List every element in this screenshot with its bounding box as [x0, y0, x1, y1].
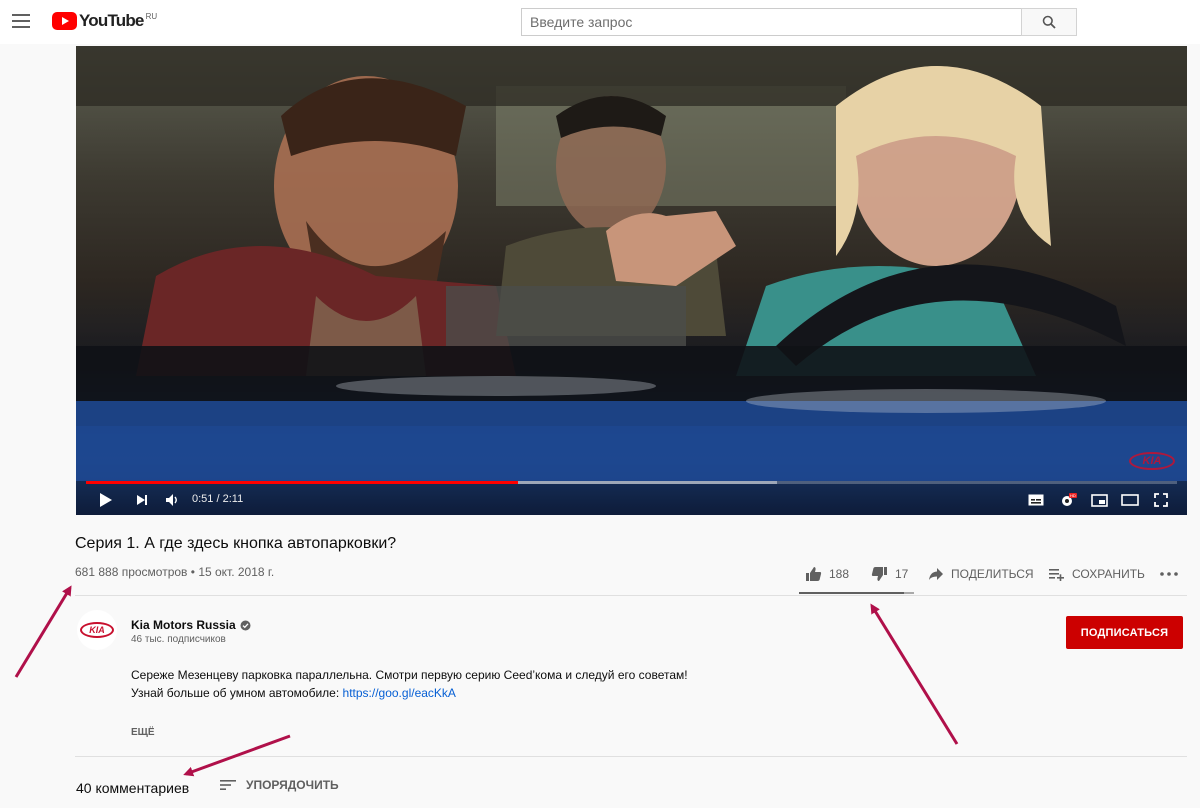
play-button[interactable]	[96, 490, 116, 510]
view-count: 681 888 просмотров	[75, 565, 188, 579]
subtitles-button[interactable]	[1026, 490, 1046, 510]
theater-mode-button[interactable]	[1120, 490, 1140, 510]
fullscreen-button[interactable]	[1151, 490, 1171, 510]
time-separator: /	[213, 493, 223, 505]
logo-region: RU	[145, 12, 158, 21]
search-input[interactable]	[521, 8, 1021, 36]
logo-text: YouTube	[79, 11, 144, 30]
annotation-arrow-views	[14, 585, 72, 678]
kia-logo: KIA	[80, 622, 114, 638]
meta-separator: •	[187, 565, 199, 579]
divider-top	[75, 595, 1187, 596]
kia-watermark: KIA	[1129, 452, 1175, 470]
thumbs-down-icon	[871, 567, 887, 581]
video-meta: 681 888 просмотров • 15 окт. 2018 г.	[75, 565, 274, 579]
annotation-arrow-likes	[870, 603, 959, 745]
dislike-count: 17	[895, 567, 909, 581]
svg-text:HD: HD	[1070, 493, 1076, 498]
description-link[interactable]: https://goo.gl/eacKkA	[343, 686, 456, 700]
more-actions-button[interactable]	[1160, 564, 1178, 584]
settings-gear-hd-icon: HD	[1062, 493, 1077, 506]
dislike-button[interactable]: 17	[871, 564, 908, 584]
annotation-arrow-comments	[183, 734, 291, 777]
miniplayer-icon	[1090, 493, 1108, 507]
progress-bar[interactable]	[86, 481, 1177, 484]
subscribe-button[interactable]: ПОДПИСАТЬСЯ	[1066, 616, 1183, 649]
next-button[interactable]	[132, 490, 152, 510]
video-frame	[76, 46, 1187, 481]
search-bar	[521, 8, 1077, 36]
description-line-2: Узнай больше об умном автомобиле: https:…	[131, 684, 691, 702]
time-current: 0:51	[192, 493, 214, 505]
volume-icon	[165, 494, 177, 506]
search-icon	[1042, 15, 1056, 29]
sentiment-bar	[799, 592, 914, 594]
sentiment-like-fill	[799, 592, 905, 594]
thumbs-up-icon	[806, 567, 822, 581]
guide-menu-icon[interactable]	[12, 14, 30, 28]
publish-date: 15 окт. 2018 г.	[198, 565, 275, 579]
sort-comments-button[interactable]: УПОРЯДОЧИТЬ	[220, 778, 339, 792]
miniplayer-button[interactable]	[1089, 490, 1109, 510]
play-icon	[100, 493, 112, 507]
add-to-playlist-icon	[1049, 569, 1064, 581]
share-arrow-icon	[929, 568, 943, 580]
settings-button[interactable]: HD	[1058, 490, 1078, 510]
theater-mode-icon	[1121, 494, 1139, 506]
verified-badge-icon	[240, 620, 251, 630]
youtube-logo[interactable]: YouTube RU	[52, 12, 157, 32]
channel-name-link[interactable]: Kia Motors Russia	[131, 618, 251, 632]
search-button[interactable]	[1021, 8, 1077, 36]
like-count: 188	[829, 567, 850, 581]
youtube-play-logo-icon	[52, 12, 77, 30]
share-label: ПОДЕЛИТЬСЯ	[951, 567, 1034, 581]
masthead: YouTube RU	[0, 0, 1200, 44]
youtube-watch-page: YouTube RU Введите запрос KIA 0:51 / 2:1…	[0, 0, 1200, 808]
channel-avatar[interactable]: KIA	[77, 610, 117, 650]
player-controls: 0:51 / 2:11 HD	[76, 486, 1187, 514]
subtitles-icon	[1028, 494, 1044, 506]
save-button[interactable]: СОХРАНИТЬ	[1048, 564, 1145, 584]
progress-played	[86, 481, 519, 484]
like-button[interactable]: 188	[805, 564, 849, 584]
next-icon	[137, 495, 147, 505]
video-title: Серия 1. А где здесь кнопка автопарковки…	[75, 535, 397, 552]
comments-count: 40 комментариев	[76, 780, 190, 796]
share-button[interactable]: ПОДЕЛИТЬСЯ	[928, 564, 1034, 584]
fullscreen-icon	[1154, 493, 1168, 507]
save-label: СОХРАНИТЬ	[1072, 567, 1145, 581]
description-line-1: Сереже Мезенцеву парковка параллельна. С…	[131, 668, 688, 682]
description-link-prefix: Узнай больше об умном автомобиле:	[131, 686, 343, 700]
sort-label: УПОРЯДОЧИТЬ	[246, 778, 339, 792]
video-player[interactable]: KIA 0:51 / 2:11 HD	[76, 46, 1187, 515]
video-description: Сереже Мезенцеву парковка параллельна. С…	[131, 666, 691, 702]
time-display: 0:51 / 2:11	[192, 493, 243, 505]
time-total: 2:11	[222, 493, 244, 505]
divider-bottom	[75, 756, 1187, 757]
subscriber-count: 46 тыс. подписчиков	[131, 634, 226, 645]
channel-name: Kia Motors Russia	[131, 618, 236, 632]
volume-button[interactable]	[162, 490, 182, 510]
sort-icon	[220, 780, 236, 790]
show-more-button[interactable]: ЕЩЁ	[131, 727, 155, 738]
more-horizontal-icon	[1160, 572, 1178, 576]
